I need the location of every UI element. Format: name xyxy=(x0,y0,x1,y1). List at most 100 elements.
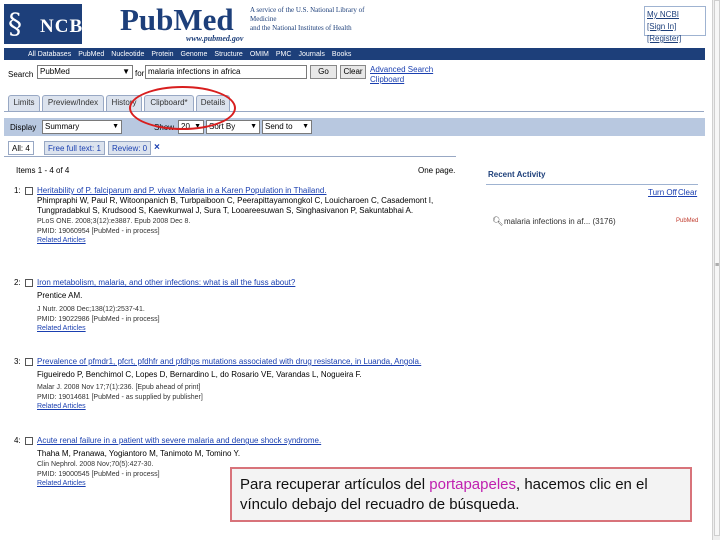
result-checkbox[interactable] xyxy=(25,437,33,445)
callout-text-part-1: Para recuperar artículos del xyxy=(240,476,430,493)
result-authors: Phimpraphi W, Paul R, Witoonpanich B, Tu… xyxy=(37,196,434,215)
result-checkbox[interactable] xyxy=(25,279,33,287)
go-button[interactable]: Go xyxy=(310,65,337,79)
result-authors: Thaha M, Pranawa, Yogiantoro M, Tanimoto… xyxy=(37,449,241,458)
related-articles-link[interactable]: Related Articles xyxy=(37,402,451,411)
result-item: 3: Prevalence of pfmdr1, pfcrt, pfdhfr a… xyxy=(14,357,454,427)
account-box: My NCBI [Sign In] [Register] xyxy=(644,6,706,43)
feature-tabs: Limits Preview/Index History Clipboard* … xyxy=(8,93,708,111)
db-structure[interactable]: Structure xyxy=(214,51,242,58)
send-to-select[interactable]: Send to ▼ xyxy=(262,120,312,134)
display-bar: Display Summary ▼ Show 20 ▼ Sort By ▼ Se… xyxy=(4,118,705,136)
chevron-down-icon: ▼ xyxy=(122,67,130,76)
sign-in-link[interactable]: [Sign In] xyxy=(647,22,676,31)
header: § NCBI PubMed www.pubmed.gov A service o… xyxy=(0,0,712,46)
ncbi-logo[interactable]: § NCBI xyxy=(4,4,91,44)
result-checkbox[interactable] xyxy=(25,358,33,366)
chevron-down-icon: ▼ xyxy=(302,123,309,130)
result-source: J Nutr. 2008 Dec;138(12):2537-41. xyxy=(37,306,145,313)
callout-highlight: portapapeles xyxy=(429,476,516,493)
recent-activity-title: Recent Activity xyxy=(488,170,546,179)
db-pmc[interactable]: PMC xyxy=(276,51,292,58)
result-title-link[interactable]: Iron metabolism, malaria, and other infe… xyxy=(37,278,451,288)
filter-divider xyxy=(4,156,456,157)
result-number: 3: xyxy=(14,357,21,366)
vertical-scrollbar[interactable]: ≡ xyxy=(712,0,720,540)
recent-query-db: PubMed xyxy=(676,218,699,224)
clear-button[interactable]: Clear xyxy=(340,65,366,79)
nlm-line-1: A service of the U.S. National Library o… xyxy=(250,6,365,23)
display-label: Display xyxy=(10,123,37,132)
scroll-grip-icon: ≡ xyxy=(714,262,720,269)
result-authors: Prentice AM. xyxy=(37,291,83,300)
nlm-line-2: and the National Institutes of Health xyxy=(250,24,352,32)
database-select[interactable]: PubMed ▼ xyxy=(37,65,133,79)
result-number: 1: xyxy=(14,186,21,195)
pubmed-url: www.pubmed.gov xyxy=(186,34,244,43)
result-title-link[interactable]: Prevalence of pfmdr1, pfcrt, pfdhfr and … xyxy=(37,357,451,367)
database-select-value: PubMed xyxy=(40,67,70,76)
items-count: Items 1 - 4 of 4 xyxy=(16,166,70,175)
result-pmid: PMID: 19014681 [PubMed - as supplied by … xyxy=(37,394,203,401)
search-input[interactable]: malaria infections in africa xyxy=(145,65,307,79)
chevron-down-icon: ▼ xyxy=(250,123,257,130)
my-ncbi-link[interactable]: My NCBI xyxy=(647,9,703,21)
magnifier-icon: 🔍︎ xyxy=(492,216,504,226)
filter-tab-free-full-text[interactable]: Free full text: 1 xyxy=(44,141,105,155)
db-all-databases[interactable]: All Databases xyxy=(28,51,71,58)
recent-query-link[interactable]: malaria infections in af... (3176) xyxy=(504,217,616,226)
pagination-text: One page. xyxy=(418,166,456,175)
result-title-link[interactable]: Acute renal failure in a patient with se… xyxy=(37,436,451,446)
chevron-down-icon: ▼ xyxy=(112,123,119,130)
result-body: Prevalence of pfmdr1, pfcrt, pfdhfr and … xyxy=(37,357,451,411)
pubmed-logo[interactable]: PubMed xyxy=(120,4,245,36)
tab-limits[interactable]: Limits xyxy=(8,95,40,111)
result-pmid: PMID: 19060954 [PubMed - in process] xyxy=(37,228,160,235)
register-link[interactable]: [Register] xyxy=(647,34,681,43)
for-label: for xyxy=(135,69,145,78)
result-item: 1: Heritability of P. falciparum and P. … xyxy=(14,186,454,262)
nlm-tagline: A service of the U.S. National Library o… xyxy=(250,6,370,33)
recent-activity-divider xyxy=(486,184,698,185)
db-books[interactable]: Books xyxy=(332,51,351,58)
db-pubmed[interactable]: PubMed xyxy=(78,51,104,58)
clipboard-highlight-oval xyxy=(129,86,236,130)
clipboard-link[interactable]: Clipboard xyxy=(370,75,404,85)
ncbi-logo-text: NCBI xyxy=(40,16,92,37)
filter-tabs: All: 4 Free full text: 1 Review: 0 × xyxy=(8,140,408,156)
result-item: 2: Iron metabolism, malaria, and other i… xyxy=(14,278,454,344)
display-format-select[interactable]: Summary ▼ xyxy=(42,120,122,134)
result-body: Iron metabolism, malaria, and other infe… xyxy=(37,278,451,333)
related-articles-link[interactable]: Related Articles xyxy=(37,324,451,333)
display-format-value: Summary xyxy=(45,122,80,131)
close-icon[interactable]: × xyxy=(154,142,160,153)
db-genome[interactable]: Genome xyxy=(181,51,208,58)
sign-in-register-links: [Sign In] [Register] xyxy=(647,21,703,45)
send-to-value: Send to xyxy=(265,122,293,131)
result-checkbox[interactable] xyxy=(25,187,33,195)
filter-tab-all[interactable]: All: 4 xyxy=(8,141,34,155)
result-title-link[interactable]: Heritability of P. falciparum and P. viv… xyxy=(37,186,451,196)
advanced-search-link[interactable]: Advanced Search xyxy=(370,65,433,75)
turn-off-link[interactable]: Turn Off xyxy=(648,188,677,197)
filter-tab-review[interactable]: Review: 0 xyxy=(108,141,152,155)
result-authors: Figueiredo P, Benchimol C, Lopes D, Bern… xyxy=(37,370,362,379)
dna-helix-icon: § xyxy=(8,7,22,40)
instruction-callout: Para recuperar artículos del portapapele… xyxy=(230,467,692,522)
result-pmid: PMID: 19022986 [PubMed - in process] xyxy=(37,316,160,323)
db-nucleotide[interactable]: Nucleotide xyxy=(111,51,144,58)
database-nav-bar: All Databases PubMed Nucleotide Protein … xyxy=(4,48,705,60)
result-number: 4: xyxy=(14,436,21,445)
result-number: 2: xyxy=(14,278,21,287)
result-body: Heritability of P. falciparum and P. viv… xyxy=(37,186,451,245)
db-protein[interactable]: Protein xyxy=(151,51,173,58)
search-label: Search xyxy=(8,70,34,79)
result-source: PLoS ONE. 2008;3(12):e3887. Epub 2008 De… xyxy=(37,218,191,225)
clear-recent-link[interactable]: Clear xyxy=(678,188,697,197)
tab-divider xyxy=(4,111,704,112)
db-omim[interactable]: OMIM xyxy=(250,51,269,58)
tab-preview-index[interactable]: Preview/Index xyxy=(42,95,104,111)
db-journals[interactable]: Journals xyxy=(298,51,324,58)
related-articles-link[interactable]: Related Articles xyxy=(37,236,451,245)
result-source: Malar J. 2008 Nov 17;7(1):236. [Epub ahe… xyxy=(37,384,201,391)
